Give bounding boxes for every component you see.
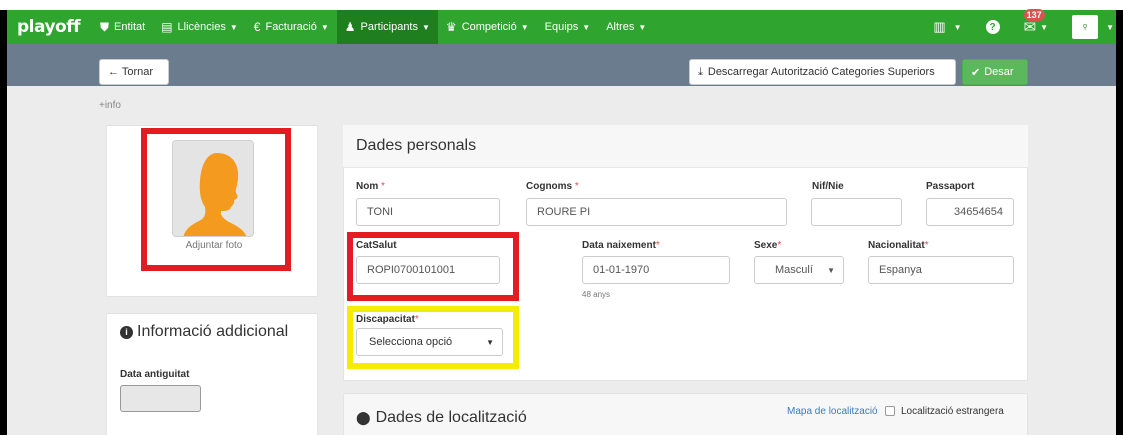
check-icon: ✔ (971, 66, 981, 79)
nom-input[interactable]: TONI (356, 198, 500, 226)
sexe-select[interactable]: Masculí ▼ (754, 256, 844, 284)
back-button[interactable]: ← Tornar (99, 59, 169, 85)
chevron-down-icon: ▼ (582, 22, 591, 32)
nif-input[interactable] (811, 198, 902, 226)
notification-badge: 137 (1023, 9, 1045, 21)
passaport-input[interactable]: 34654654 (926, 198, 1014, 226)
download-authorization-button[interactable]: ⤓ Descarregar Autorització Categories Su… (689, 59, 956, 85)
nav-label: Competició (461, 21, 517, 33)
required-marker: * (655, 240, 660, 251)
location-title: ⬤ Dades de localització (356, 409, 527, 427)
age-helper: 48 anys (582, 290, 611, 299)
chevron-down-icon: ▼ (520, 22, 529, 32)
chevron-down-icon: ▼ (320, 22, 329, 32)
additional-info-title: i Informació addicional (120, 323, 288, 341)
nom-label: Nom * (356, 181, 385, 192)
more-info-link[interactable]: +info (99, 100, 121, 111)
cognoms-label-text: Cognoms (526, 181, 573, 192)
shield-icon: ⛊ (100, 19, 110, 34)
cognoms-input[interactable]: ROURE PI (526, 198, 787, 226)
birthdate-label-text: Data naixement (582, 240, 656, 251)
required-marker: * (381, 181, 385, 192)
sexe-label-text: Sexe (754, 240, 778, 251)
foreign-location-checkbox[interactable] (885, 406, 895, 416)
nav-equips[interactable]: Equips ▼ (537, 10, 599, 44)
nom-label-text: Nom (356, 181, 379, 192)
app-frame: playoff ⛊ Entitat ▤ Llicències ▼ € Factu… (0, 0, 1123, 435)
nav-label: Equips (544, 21, 579, 33)
avatar[interactable]: ⚲ (1072, 15, 1099, 39)
sexe-selected-value: Masculí (775, 264, 813, 276)
euro-icon: € (253, 20, 261, 34)
nacionalitat-input[interactable]: Espanya (868, 256, 1014, 284)
messages-menu[interactable]: ✉ 137 ▼ (1012, 9, 1061, 44)
bar-chart-icon: ▥ (933, 19, 946, 34)
nav-llicencies[interactable]: ▤ Llicències ▼ (153, 10, 246, 44)
location-title-text: Dades de localització (375, 409, 527, 426)
passaport-label: Passaport (926, 181, 975, 192)
highlight-catsalut (347, 232, 519, 301)
chevron-down-icon: ▼ (827, 265, 835, 275)
map-marker-icon: ⬤ (356, 410, 371, 425)
seniority-date-label: Data antiguitat (120, 369, 190, 380)
left-edge (0, 10, 7, 435)
nav-label: Llicències (177, 21, 226, 33)
app-logo[interactable]: playoff (7, 17, 92, 37)
nav-label: Entitat (114, 21, 146, 33)
nav-facturacio[interactable]: € Facturació ▼ (246, 10, 337, 44)
chevron-down-icon: ▼ (953, 22, 962, 32)
right-edge (1116, 10, 1123, 435)
chevron-down-icon: ▼ (422, 22, 430, 32)
personal-data-title: Dades personals (356, 137, 477, 154)
highlight-discapacitat (347, 306, 519, 369)
required-marker: * (574, 181, 579, 192)
chevron-down-icon[interactable]: ▼ (1106, 23, 1114, 32)
top-navbar: playoff ⛊ Entitat ▤ Llicències ▼ € Factu… (7, 9, 1116, 44)
highlight-photo (141, 128, 291, 271)
nav-entitat[interactable]: ⛊ Entitat (92, 10, 153, 44)
chevron-down-icon: ▼ (229, 22, 238, 32)
download-label: Descarregar Autorització Categories Supe… (707, 66, 935, 78)
cognoms-label: Cognoms * (526, 181, 579, 192)
help-button[interactable]: ? (974, 10, 1012, 44)
nav-participants[interactable]: ♟ Participants ▼ (336, 10, 438, 44)
nif-label: Nif/Nie (812, 181, 844, 192)
birthdate-label: Data naixement* (582, 240, 660, 251)
nav-altres[interactable]: Altres ▼ (598, 10, 654, 44)
nacionalitat-label: Nacionalitat* (868, 240, 929, 251)
top-edge (0, 0, 1123, 10)
nav-label: Facturació (265, 21, 317, 33)
chevron-down-icon: ▼ (638, 22, 647, 32)
nav-label: Participants (360, 21, 418, 33)
save-button[interactable]: ✔ Desar (962, 59, 1028, 85)
nav-competicio[interactable]: ♛ Competició ▼ (438, 10, 537, 44)
help-icon: ? (985, 20, 1000, 34)
nav-label: Altres (606, 21, 635, 33)
card-icon: ▤ (161, 20, 173, 34)
stats-menu[interactable]: ▥ ▼ (921, 10, 973, 44)
birthdate-input[interactable]: 01-01-1970 (582, 256, 730, 284)
navbar-right: ▥ ▼ ? ✉ 137 ▼ ⚲ ▼ (921, 9, 1116, 44)
nacionalitat-label-text: Nacionalitat (868, 240, 925, 251)
sexe-label: Sexe* (754, 240, 781, 251)
required-marker: * (777, 240, 782, 251)
download-icon: ⤓ (698, 65, 703, 78)
save-label: Desar (984, 66, 1014, 78)
chevron-down-icon: ▼ (1040, 22, 1049, 32)
required-marker: * (924, 240, 929, 251)
additional-info-title-text: Informació addicional (137, 323, 289, 340)
seniority-date-input[interactable] (120, 385, 201, 412)
location-map-link[interactable]: Mapa de localització (787, 406, 878, 417)
info-icon: i (120, 325, 133, 339)
foreign-location-label: Localització estrangera (901, 406, 1004, 417)
user-icon: ♟ (344, 20, 356, 34)
trophy-icon: ♛ (445, 20, 457, 34)
